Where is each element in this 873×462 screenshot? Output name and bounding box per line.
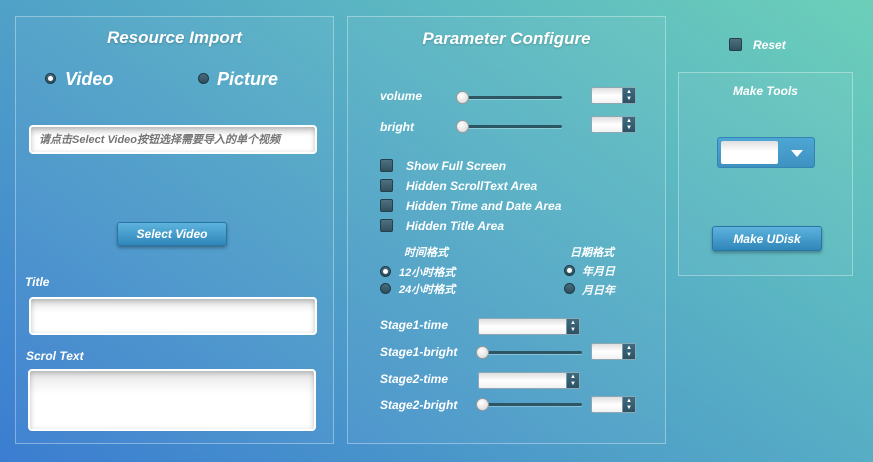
time-12h-radio[interactable] bbox=[380, 266, 391, 277]
bright-label: bright bbox=[380, 120, 414, 134]
scroll-text-label: Scrol Text bbox=[26, 349, 84, 363]
volume-spinbox[interactable]: ▲ ▼ bbox=[591, 87, 636, 104]
chevron-down-icon[interactable] bbox=[791, 150, 803, 157]
make-tools-title: Make Tools bbox=[733, 84, 798, 98]
hidden-time-date-label[interactable]: Hidden Time and Date Area bbox=[406, 199, 561, 213]
volume-slider-thumb[interactable] bbox=[456, 91, 469, 104]
stage2-time-spin-arrows[interactable]: ▲ ▼ bbox=[566, 373, 579, 388]
parameter-configure-title: Parameter Configure bbox=[422, 29, 591, 48]
bright-spin-arrows[interactable]: ▲ ▼ bbox=[622, 117, 635, 132]
stage2-time-spinbox[interactable]: ▲ ▼ bbox=[478, 372, 580, 389]
volume-slider-track[interactable] bbox=[458, 96, 562, 99]
stage1-bright-label: Stage1-bright bbox=[380, 345, 458, 359]
hidden-title-checkbox[interactable] bbox=[380, 219, 393, 232]
reset-checkbox[interactable] bbox=[729, 38, 742, 51]
video-radio-label[interactable]: Video bbox=[65, 69, 113, 90]
date-mdy-radio[interactable] bbox=[564, 283, 575, 294]
hidden-title-label[interactable]: Hidden Title Area bbox=[406, 219, 504, 233]
stage2-bright-slider-thumb[interactable] bbox=[476, 398, 489, 411]
bright-spinbox[interactable]: ▲ ▼ bbox=[591, 116, 636, 133]
bright-slider-track[interactable] bbox=[458, 125, 562, 128]
time-24h-label[interactable]: 24小时格式 bbox=[399, 281, 455, 297]
title-field[interactable] bbox=[29, 297, 317, 335]
volume-spin-arrows[interactable]: ▲ ▼ bbox=[622, 88, 635, 103]
stage1-bright-spinbox[interactable]: ▲ ▼ bbox=[591, 343, 636, 360]
time-24h-radio[interactable] bbox=[380, 283, 391, 294]
video-path-field[interactable] bbox=[29, 125, 317, 154]
picture-radio-label[interactable]: Picture bbox=[217, 69, 278, 90]
picture-radio[interactable] bbox=[198, 73, 209, 84]
time-format-label: 时间格式 bbox=[404, 247, 448, 259]
date-format-label: 日期格式 bbox=[570, 247, 614, 259]
hidden-time-date-checkbox[interactable] bbox=[380, 199, 393, 212]
make-tools-combobox[interactable] bbox=[717, 137, 815, 168]
date-ymd-radio[interactable] bbox=[564, 265, 575, 276]
stage1-time-label: Stage1-time bbox=[380, 318, 449, 332]
stage1-time-spinbox[interactable]: ▲ ▼ bbox=[478, 318, 580, 335]
hidden-scrolltext-label[interactable]: Hidden ScrollText Area bbox=[406, 179, 537, 193]
show-full-screen-checkbox[interactable] bbox=[380, 159, 393, 172]
date-ymd-label[interactable]: 年月日 bbox=[582, 263, 615, 279]
stage2-bright-label: Stage2-bright bbox=[380, 398, 458, 412]
video-radio[interactable] bbox=[45, 73, 56, 84]
title-label: Title bbox=[25, 275, 50, 289]
make-udisk-button[interactable]: Make UDisk bbox=[712, 226, 822, 251]
stage1-bright-slider-track[interactable] bbox=[478, 351, 582, 354]
stage1-bright-spin-arrows[interactable]: ▲ ▼ bbox=[622, 344, 635, 359]
time-12h-label[interactable]: 12小时格式 bbox=[399, 264, 455, 280]
stage1-time-spin-arrows[interactable]: ▲ ▼ bbox=[566, 319, 579, 334]
volume-label: volume bbox=[380, 89, 423, 103]
bright-slider-thumb[interactable] bbox=[456, 120, 469, 133]
stage1-bright-slider-thumb[interactable] bbox=[476, 346, 489, 359]
scroll-text-input[interactable] bbox=[30, 371, 314, 429]
title-input[interactable] bbox=[31, 299, 315, 333]
make-tools-combo-field[interactable] bbox=[721, 141, 778, 164]
reset-label[interactable]: Reset bbox=[753, 38, 786, 52]
stage2-bright-spin-arrows[interactable]: ▲ ▼ bbox=[622, 397, 635, 412]
hidden-scrolltext-checkbox[interactable] bbox=[380, 179, 393, 192]
stage2-time-label: Stage2-time bbox=[380, 372, 449, 386]
scroll-text-field[interactable] bbox=[28, 369, 316, 431]
video-path-input[interactable] bbox=[31, 127, 315, 152]
stage2-bright-spinbox[interactable]: ▲ ▼ bbox=[591, 396, 636, 413]
resource-import-title: Resource Import bbox=[106, 28, 243, 47]
show-full-screen-label[interactable]: Show Full Screen bbox=[406, 159, 506, 173]
date-mdy-label[interactable]: 月日年 bbox=[582, 282, 615, 298]
select-video-button[interactable]: Select Video bbox=[117, 222, 227, 246]
stage2-bright-slider-track[interactable] bbox=[478, 403, 582, 406]
